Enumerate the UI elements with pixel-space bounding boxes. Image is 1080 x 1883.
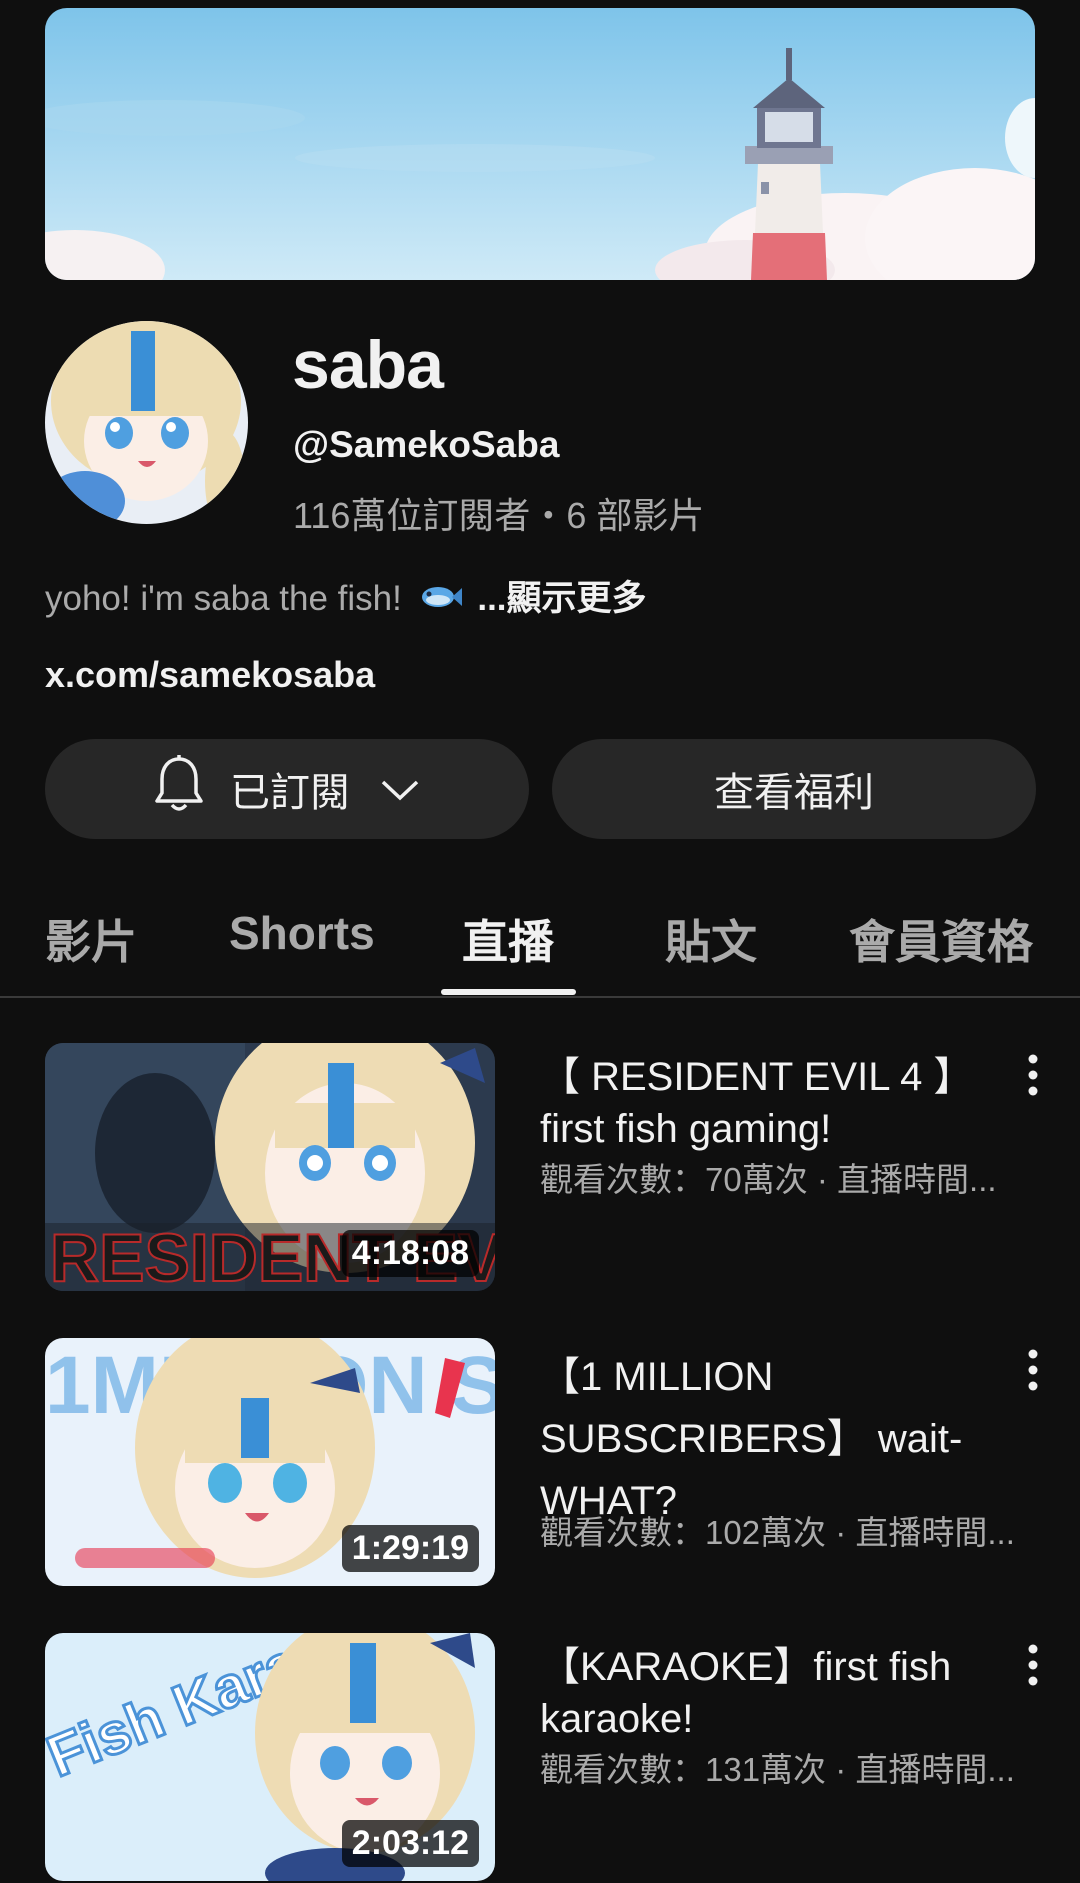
video-duration: 4:18:08 [341,1230,479,1277]
video-item[interactable]: RESIDENT EVIL 4 4:18:08 【 RESIDENT EVIL … [0,1043,1080,1293]
video-item[interactable]: Fish Karaoke 2:03:12 【KARAOKE】first fish… [0,1633,1080,1883]
description-text: yoho! i'm saba the fish! [45,579,402,618]
tab-shorts[interactable]: Shorts [229,906,375,960]
channel-stats: 116萬位訂閱者・6 部影片 [293,495,705,536]
channel-banner [45,8,1035,280]
video-meta: 觀看次數：131萬次 · 直播時間... [540,1751,1015,1788]
channel-link[interactable]: x.com/samekosaba [45,654,375,696]
active-tab-indicator [441,989,576,995]
tabs-divider [0,996,1080,998]
chevron-down-icon [380,767,420,812]
show-more-link[interactable]: ...顯示更多 [477,579,646,618]
fish-emoji-icon [418,581,462,621]
tab-membership[interactable]: 會員資格 [849,906,1033,972]
channel-avatar[interactable] [45,321,248,524]
video-meta: 觀看次數：70萬次 · 直播時間... [540,1161,997,1198]
more-options-icon[interactable] [1018,1053,1048,1097]
view-perks-button[interactable]: 查看福利 [552,739,1036,839]
subscribed-button[interactable]: 已訂閱 [45,739,529,839]
video-thumbnail[interactable]: 1MILLION SUBSCRIBER WHAT 1:29:19 [45,1338,495,1586]
video-title[interactable]: 【 RESIDENT EVIL 4 】 first fish gaming! [540,1051,1020,1155]
video-duration: 1:29:19 [341,1525,479,1572]
view-perks-label: 查看福利 [714,771,874,815]
tab-videos[interactable]: 影片 [45,906,137,972]
tab-posts[interactable]: 貼文 [665,906,757,972]
banner-image [45,8,1035,280]
channel-handle: @SamekoSaba [293,424,560,465]
video-title[interactable]: 【KARAOKE】first fish karaoke! [540,1641,1020,1745]
avatar-image [45,321,248,524]
more-options-icon[interactable] [1018,1643,1048,1687]
video-item[interactable]: 1MILLION SUBSCRIBER WHAT 1:29:19 【1 MILL… [0,1338,1080,1588]
tab-live[interactable]: 直播 [462,906,554,972]
subscribed-label: 已訂閱 [230,771,350,815]
bell-icon [154,755,204,823]
more-options-icon[interactable] [1018,1348,1048,1392]
video-title[interactable]: 【1 MILLION SUBSCRIBERS】 wait-WHAT? [540,1346,1020,1532]
channel-description[interactable]: yoho! i'm saba the fish! ...顯示更多 [45,570,647,621]
video-thumbnail[interactable]: RESIDENT EVIL 4 4:18:08 [45,1043,495,1291]
channel-tabs: 影片 Shorts 直播 貼文 會員資格 [0,890,1080,996]
video-thumbnail[interactable]: Fish Karaoke 2:03:12 [45,1633,495,1881]
video-meta: 觀看次數：102萬次 · 直播時間... [540,1514,1015,1551]
channel-name: saba [292,327,444,403]
